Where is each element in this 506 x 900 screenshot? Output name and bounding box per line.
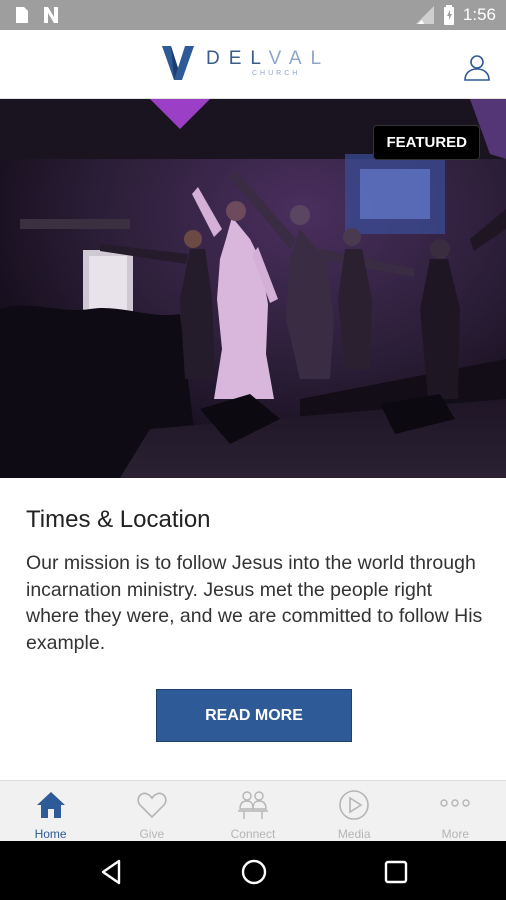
recents-square-icon [384,860,408,884]
status-time: 1:56 [462,5,496,24]
home-circle-icon [241,859,267,885]
card-description: Our mission is to follow Jesus into the … [26,552,483,654]
logo-subtitle: CHURCH [252,70,301,77]
battery-icon [443,5,454,25]
back-triangle-icon [101,859,121,885]
signal-icon [415,6,434,24]
logo-word-val: VAL [268,48,331,69]
delval-logo: DELVAL CHURCH [162,44,330,82]
featured-badge: FEATURED [373,125,480,160]
nav-recents-button[interactable] [381,857,411,887]
notification-n-icon [44,7,58,23]
system-nav-bar [0,841,506,900]
tab-home[interactable]: Home [0,781,101,842]
more-dots-icon [440,799,471,807]
user-icon [464,55,490,81]
tab-connect-label: Connect [230,827,276,841]
play-icon [339,790,369,820]
tab-more[interactable]: More [405,781,506,842]
logo-v-mark-icon [162,46,194,80]
tab-media-label: Media [337,827,371,841]
tab-give-label: Give [139,827,165,841]
app-header: DELVAL CHURCH [0,30,506,99]
people-icon [237,791,268,819]
logo-word-del: DEL [206,48,269,69]
tab-media[interactable]: Media [304,781,405,842]
home-icon [36,792,65,818]
card-title: Times & Location [26,506,211,533]
nav-home-button[interactable] [239,857,269,887]
nav-back-button[interactable] [97,857,127,887]
notification-file-icon [16,7,28,23]
read-more-button[interactable]: READ MORE [156,689,352,742]
tab-connect[interactable]: Connect [202,781,303,842]
tab-more-label: More [441,827,470,841]
bottom-tab-bar: Home Give Connect Media More [0,780,506,842]
status-bar: 1:56 [0,0,506,30]
heart-icon [137,792,167,819]
tab-home-label: Home [34,827,67,841]
tab-give[interactable]: Give [101,781,202,842]
profile-button[interactable] [462,52,492,82]
